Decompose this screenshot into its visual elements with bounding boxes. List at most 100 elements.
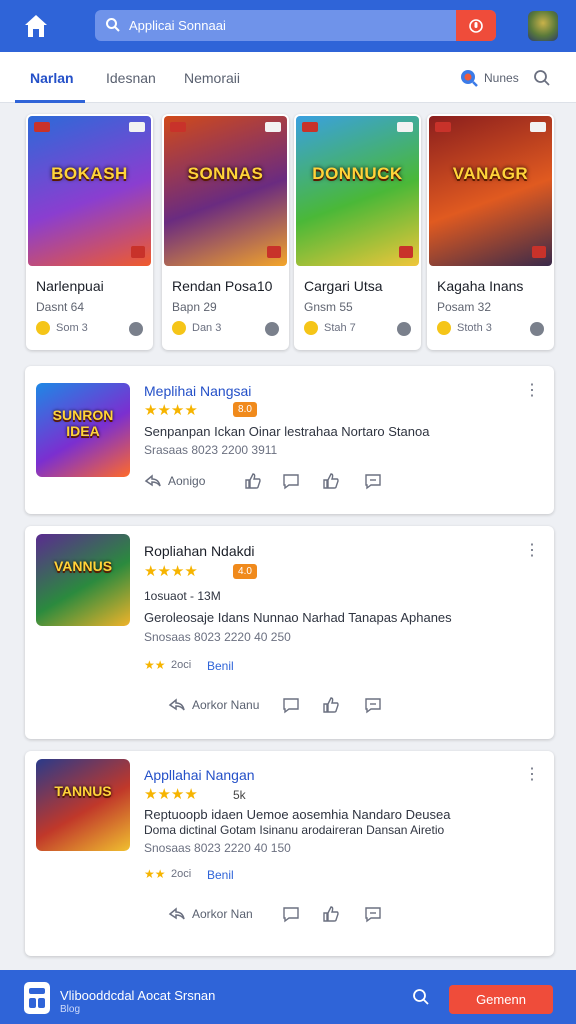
chat-icon[interactable] [265,322,279,336]
app-title[interactable]: Ropliahan Ndakdi [144,543,255,559]
badge-icon [129,122,145,132]
game-thumbnail: BOKASH [28,116,151,266]
more-options-icon[interactable]: ⋮ [524,767,540,783]
action-label[interactable]: Aonigo [168,474,205,488]
news-icon[interactable] [459,68,479,88]
app-description: Geroleosaje Idans Nunnao Narhad Tanapas … [144,610,452,625]
tab-narlan[interactable]: Narlan [30,70,74,86]
rating-text: 5k [233,788,246,802]
game-card[interactable]: BOKASH Narlenpuai Dasnt 64 Som 3 [26,114,153,350]
rating-badge: 8.0 [233,402,257,417]
action-label[interactable]: Aorkor Nanu [192,698,259,712]
app-icon-image[interactable]: SUNRON IDEA [36,383,130,477]
app-link[interactable]: Benil [207,659,234,673]
app-list-item[interactable]: TANNUS Appllahai Nangan ★★★★ 5k Reptuoop… [25,751,554,956]
game-meta: Som 3 [56,322,88,334]
game-subtitle: Gnsm 55 [304,300,353,314]
search-icon[interactable] [412,988,430,1011]
like-icon[interactable] [322,905,340,923]
app-art-title: SUNRON IDEA [52,407,114,439]
star-rating: ★★★★ [144,402,198,419]
search-input[interactable]: Applicai Sonnaai [129,18,226,33]
game-art-title: DONNUCK [312,164,403,183]
tab-nemoraii[interactable]: Nemoraii [184,70,240,86]
badge-icon [397,122,413,132]
app-list-item[interactable]: VANNUS Ropliahan Ndakdi ★★★★ 4.0 1osuaot… [25,526,554,739]
chat-icon[interactable] [530,322,544,336]
badge-icon [530,122,546,132]
app-logo-icon[interactable] [24,982,50,1014]
share-icon[interactable] [144,472,162,490]
game-meta: Dan 3 [192,322,222,334]
app-icon-image[interactable]: VANNUS [36,534,130,626]
badge-icon [267,246,281,258]
small-meta: 2oci [171,868,192,880]
bookmark-icon[interactable] [364,472,382,490]
game-name: Narlenpuai [36,278,104,294]
game-thumbnail: VANAGR [429,116,552,266]
game-meta: Stoth 3 [457,322,492,334]
action-label[interactable]: Aorkor Nan [192,907,253,921]
app-title[interactable]: Meplihai Nangsai [144,383,251,399]
top-app-bar: Applicai Sonnaai [0,0,576,52]
app-stats: Snosaas 8023 2220 40 250 [144,630,291,644]
bookmark-icon[interactable] [364,905,382,923]
badge-icon [34,122,50,132]
news-label[interactable]: Nunes [484,71,519,85]
game-card[interactable]: DONNUCK Cargari Utsa Gnsm 55 Stah 7 [294,114,421,350]
rating-badge: 4.0 [233,564,257,579]
game-subtitle: Bapn 29 [172,300,217,314]
active-tab-indicator [15,100,85,103]
game-card[interactable]: VANAGR Kagaha Inans Posam 32 Stoth 3 [427,114,554,350]
primary-action-button[interactable]: Gemenn [449,985,553,1014]
badge-icon [399,246,413,258]
app-stats: Snosaas 8023 2220 40 150 [144,841,291,855]
star-rating: ★★★★ [144,563,198,580]
user-avatar[interactable] [528,11,558,41]
game-card[interactable]: SONNAS Rendan Posa10 Bapn 29 Dan 3 [162,114,289,350]
game-name: Cargari Utsa [304,278,383,294]
app-art-title: TANNUS [54,783,112,799]
home-icon[interactable] [22,12,50,40]
search-bar[interactable]: Applicai Sonnaai [95,10,496,41]
app-actions: Aorkor Nan [144,905,404,925]
comment-icon[interactable] [282,696,300,714]
app-description: Reptuoopb idaen Uemoe aosemhia Nandaro D… [144,807,451,822]
app-link[interactable]: Benil [207,868,234,882]
badge-icon [131,246,145,258]
chat-icon[interactable] [129,322,143,336]
like-icon[interactable] [322,472,340,490]
app-actions: Aonigo [144,472,404,492]
game-name: Rendan Posa10 [172,278,273,294]
share-icon[interactable] [168,905,186,923]
chat-icon[interactable] [397,322,411,336]
app-actions: Aorkor Nanu [144,696,404,716]
coin-icon [36,321,50,335]
star-rating: ★★★★ [144,786,198,803]
bottom-subtitle: Blog [60,1004,81,1015]
microphone-button[interactable] [456,10,496,41]
like-icon[interactable] [322,696,340,714]
app-list-item[interactable]: SUNRON IDEA Meplihai Nangsai ★★★★ 8.0 Se… [25,366,554,514]
badge-icon [302,122,318,132]
more-options-icon[interactable]: ⋮ [524,383,540,399]
small-star-rating: ★★ [144,658,166,672]
app-size: 1osuaot - 13M [144,589,221,603]
search-icon[interactable] [533,69,551,87]
share-icon[interactable] [168,696,186,714]
like-icon[interactable] [244,472,262,490]
app-description: Senpanpan Ickan Oinar lestrahaa Nortaro … [144,424,430,439]
app-icon-image[interactable]: TANNUS [36,759,130,851]
badge-icon [532,246,546,258]
badge-icon [170,122,186,132]
game-name: Kagaha Inans [437,278,524,294]
tab-idesnan[interactable]: Idesnan [106,70,156,86]
comment-icon[interactable] [282,472,300,490]
bookmark-icon[interactable] [364,696,382,714]
badge-icon [435,122,451,132]
app-title[interactable]: Appllahai Nangan [144,767,255,783]
game-art-title: VANAGR [452,164,529,183]
comment-icon[interactable] [282,905,300,923]
coin-icon [437,321,451,335]
more-options-icon[interactable]: ⋮ [524,543,540,559]
